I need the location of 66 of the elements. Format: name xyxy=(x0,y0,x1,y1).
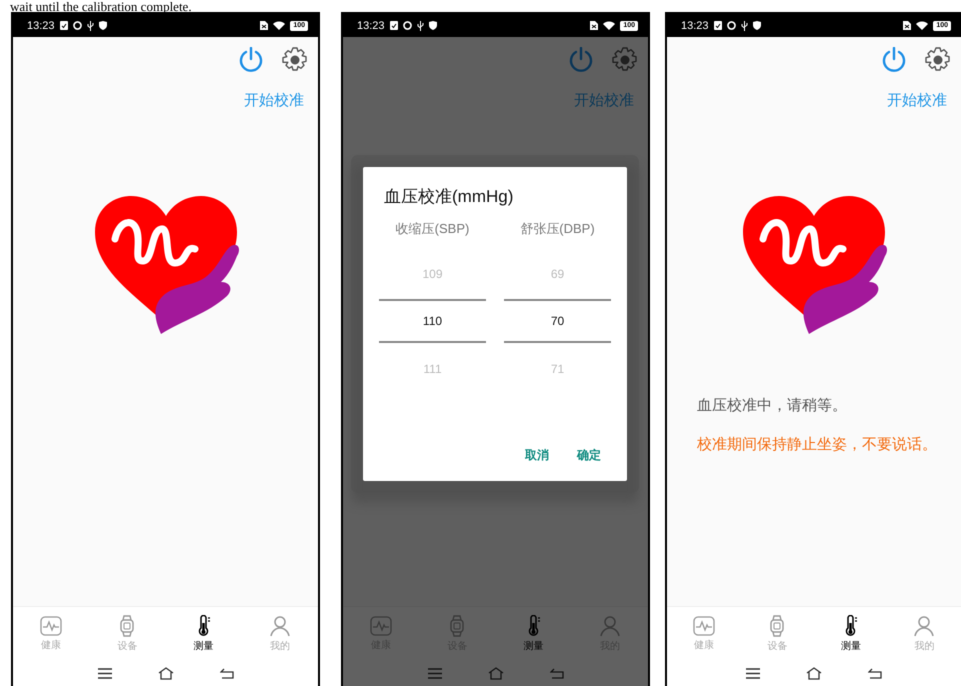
settings-icon[interactable] xyxy=(925,47,951,73)
home-icon[interactable] xyxy=(806,666,822,680)
wifi-icon xyxy=(603,21,616,30)
tab[interactable]: 设备 xyxy=(740,607,814,660)
caption-text: wait until the calibration complete. xyxy=(10,0,192,14)
tab[interactable]: 我的 xyxy=(242,607,318,660)
heartbeat-icon xyxy=(692,616,715,636)
back-icon[interactable] xyxy=(868,668,882,678)
notification-icon xyxy=(714,21,722,30)
wifi-icon xyxy=(916,21,928,30)
sim-icon xyxy=(260,21,268,30)
tab[interactable]: 健康 xyxy=(13,607,90,660)
heartbeat-icon xyxy=(40,616,62,636)
start-calibration-link[interactable]: 开始校准 xyxy=(574,91,634,110)
usb-icon xyxy=(86,20,94,30)
status-time: 13:23 xyxy=(357,20,385,32)
sync-icon xyxy=(726,21,736,30)
shield-icon xyxy=(98,21,107,30)
cancel-button[interactable]: 取消 xyxy=(525,447,549,464)
back-icon[interactable] xyxy=(220,668,234,678)
status-time: 13:23 xyxy=(27,20,55,32)
dialog-title: 血压校准(mmHg) xyxy=(384,186,514,208)
warning-text: 校准期间保持静止坐姿，不要说话。 xyxy=(697,435,938,454)
watch-icon xyxy=(119,614,136,636)
notification-icon xyxy=(60,21,68,30)
menu-icon[interactable] xyxy=(746,668,760,678)
sim-icon xyxy=(590,21,598,30)
home-icon[interactable] xyxy=(158,666,174,680)
tab[interactable]: 我的 xyxy=(888,607,961,660)
picker-value[interactable]: 110 xyxy=(379,299,486,343)
tab[interactable]: 测量 xyxy=(166,607,242,660)
picker-option[interactable]: 71 xyxy=(504,343,611,394)
settings-icon[interactable] xyxy=(282,47,308,73)
picker-label: 舒张压(DBP) xyxy=(520,220,595,238)
status-time: 13:23 xyxy=(681,20,709,32)
status-text: 血压校准中，请稍等。 xyxy=(697,396,848,415)
usb-icon xyxy=(416,20,424,30)
start-calibration-link[interactable]: 开始校准 xyxy=(244,91,304,110)
start-calibration-link[interactable]: 开始校准 xyxy=(887,91,947,110)
power-icon[interactable] xyxy=(238,47,264,73)
tab[interactable]: 健康 xyxy=(667,607,740,660)
picker-value[interactable]: 70 xyxy=(504,299,611,343)
tab[interactable]: 测量 xyxy=(814,607,888,660)
confirm-button[interactable]: 确定 xyxy=(577,447,601,464)
person-icon xyxy=(600,614,620,636)
picker-option[interactable]: 69 xyxy=(504,248,611,299)
tab[interactable]: 测量 xyxy=(496,607,572,660)
picker-option[interactable]: 111 xyxy=(379,343,486,394)
usb-icon xyxy=(740,20,748,30)
person-icon xyxy=(914,614,934,636)
sync-icon xyxy=(402,21,412,30)
sync-icon xyxy=(72,21,82,30)
person-icon xyxy=(270,614,290,636)
tab[interactable]: 设备 xyxy=(89,607,166,660)
power-icon[interactable] xyxy=(881,47,907,73)
wifi-icon xyxy=(273,21,286,30)
watch-icon xyxy=(769,614,786,636)
shield-icon xyxy=(752,21,761,30)
watch-icon xyxy=(449,614,466,636)
shield-icon xyxy=(428,21,437,30)
sim-icon xyxy=(903,21,912,30)
picker-label: 收缩压(SBP) xyxy=(396,220,470,238)
heartbeat-icon xyxy=(370,616,392,636)
notification-icon xyxy=(390,21,398,30)
picker-option[interactable]: 109 xyxy=(379,248,486,299)
menu-icon[interactable] xyxy=(98,668,112,678)
